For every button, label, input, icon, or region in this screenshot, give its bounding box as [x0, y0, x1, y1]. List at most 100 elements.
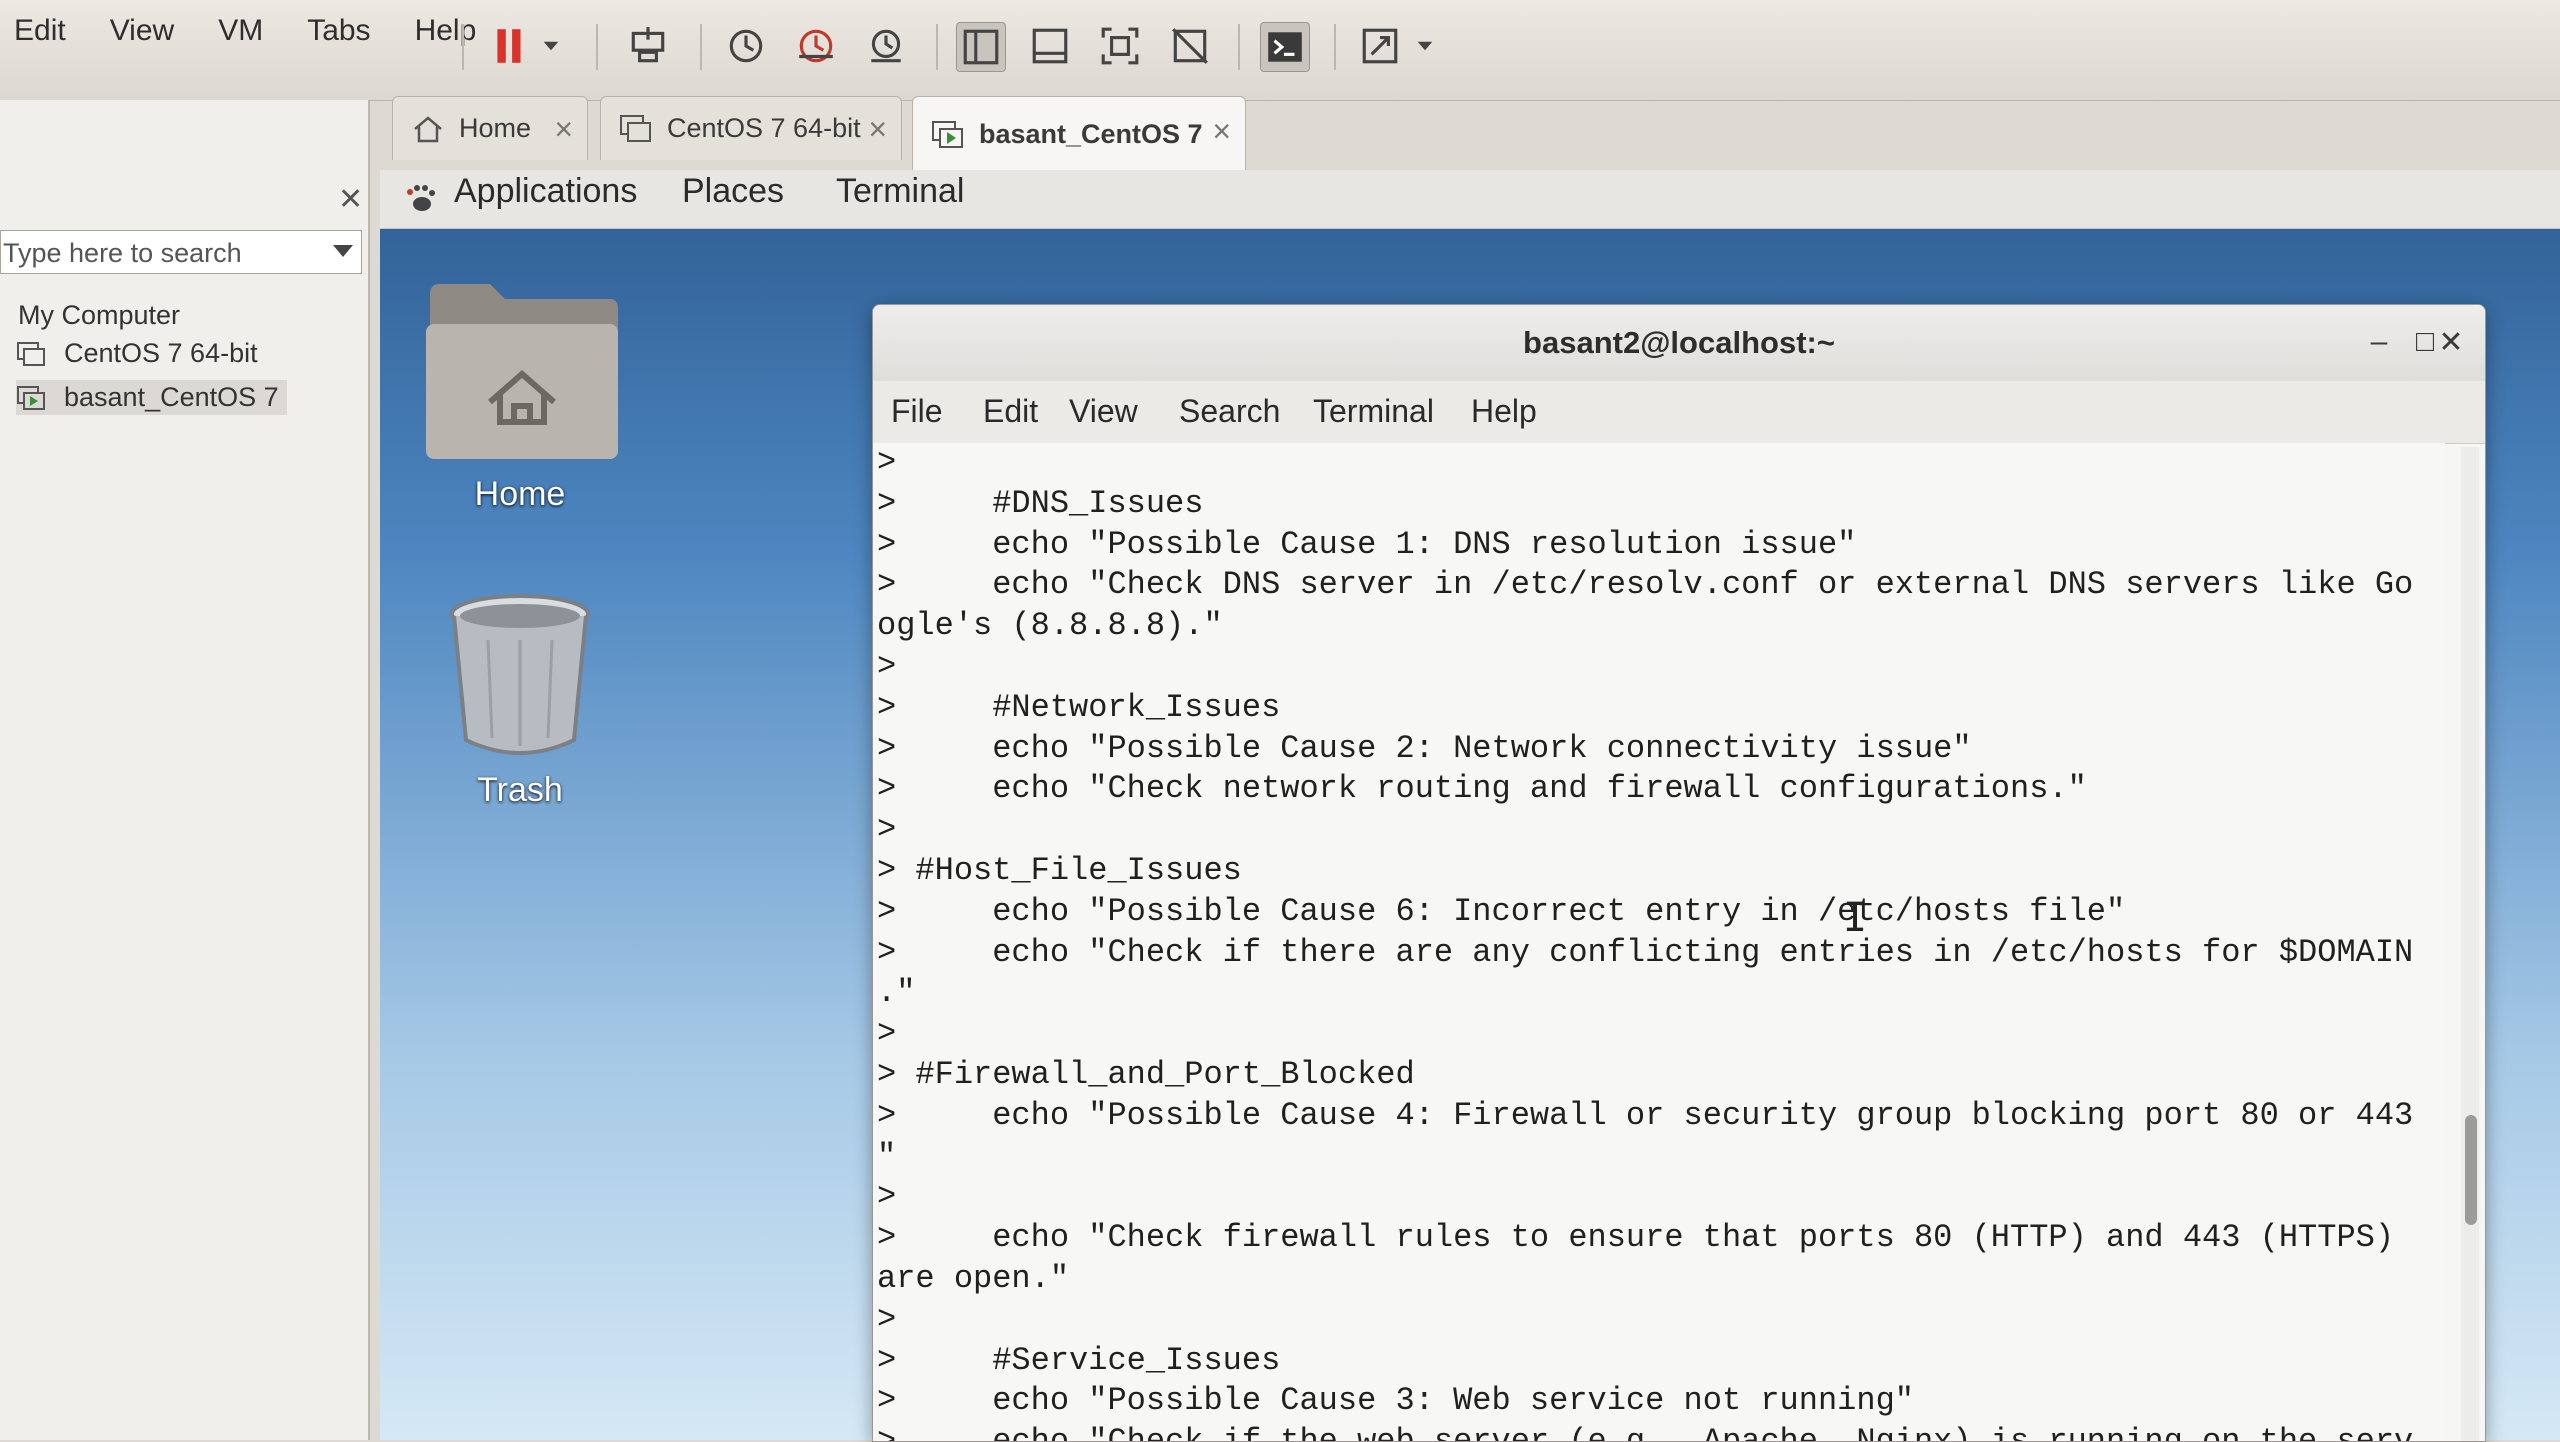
terminal-line: > #Network_Issues — [877, 688, 1281, 726]
term-menu-search[interactable]: Search — [1179, 393, 1280, 430]
vm-tabstrip: Home × CentOS 7 64-bit × basant_CentOS 7… — [380, 96, 2560, 172]
places-menu[interactable]: Places — [682, 172, 784, 211]
tab-label: Home — [459, 113, 532, 143]
library-panel: ✕ My Computer CentOS 7 64-bit basant_Cen… — [0, 100, 370, 1440]
manage-snapshots-icon[interactable] — [862, 22, 910, 70]
vm-icon — [620, 114, 651, 142]
applications-menu[interactable]: Applications — [454, 172, 637, 211]
terminal-line: > echo "Check network routing and firewa… — [877, 770, 2087, 808]
menu-edit[interactable]: Edit — [14, 14, 66, 48]
terminal-line: > — [877, 444, 897, 481]
terminal-line: > #Host_File_Issues — [877, 851, 1242, 889]
term-menu-terminal[interactable]: Terminal — [1313, 393, 1434, 430]
close-icon[interactable]: ✕ — [338, 182, 363, 217]
terminal-line: > — [877, 811, 897, 849]
terminal-line: ogle's (8.8.8.8)." — [877, 607, 1223, 645]
terminal-line: " — [877, 1137, 897, 1175]
library-search[interactable] — [0, 230, 362, 275]
terminal-line: > echo "Check if there are any conflicti… — [877, 933, 2414, 971]
snapshot-icon[interactable] — [722, 22, 770, 70]
terminal-line: > — [877, 1300, 897, 1338]
terminal-line: > — [877, 1015, 897, 1053]
dropdown-icon[interactable] — [1410, 22, 1440, 70]
terminal-line: > #Service_Issues — [877, 1341, 1281, 1379]
library-item-centos7[interactable]: CentOS 7 64-bit — [16, 338, 258, 369]
scrollbar-thumb[interactable] — [2465, 1115, 2477, 1225]
send-ctrl-alt-del-icon[interactable] — [624, 22, 672, 70]
desktop-icon-trash[interactable]: Trash — [440, 590, 600, 810]
host-menubar: Edit View VM Tabs Help — [0, 14, 506, 48]
terminal-line: > echo "Possible Cause 3: Web service no… — [877, 1382, 1914, 1420]
terminal-line: > #DNS_Issues — [877, 484, 1204, 522]
gnome-topbar: Applications Places Terminal — [380, 170, 2560, 229]
tree-root-my-computer[interactable]: My Computer — [18, 300, 180, 331]
text-cursor-icon: I — [1843, 895, 1868, 941]
library-view-icon[interactable] — [956, 22, 1006, 72]
revert-snapshot-icon[interactable] — [792, 22, 840, 70]
unity-icon[interactable] — [1166, 22, 1214, 70]
terminal-line: > #Firewall_and_Port_Blocked — [877, 1055, 1415, 1093]
tab-label: basant_CentOS 7 — [979, 119, 1203, 149]
minimize-button[interactable]: – — [2361, 325, 2397, 359]
library-item-label: basant_CentOS 7 — [64, 382, 279, 412]
terminal-line: > — [877, 647, 897, 685]
term-menu-help[interactable]: Help — [1471, 393, 1537, 430]
close-icon[interactable]: × — [1212, 113, 1231, 150]
menu-vm[interactable]: VM — [218, 14, 263, 48]
vm-running-icon — [17, 385, 45, 410]
home-icon — [414, 115, 442, 142]
pause-icon[interactable] — [486, 22, 534, 70]
terminal-window: basant2@localhost:~ – □ ✕ File Edit View… — [872, 304, 2486, 1442]
gnome-foot-icon — [407, 185, 435, 211]
tab-home[interactable]: Home × — [392, 96, 588, 160]
stretch-guest-icon[interactable] — [1356, 22, 1404, 70]
terminal-scrollbar[interactable] — [2461, 447, 2479, 1441]
close-icon[interactable]: × — [554, 111, 573, 148]
terminal-menu[interactable]: Terminal — [836, 172, 964, 211]
terminal-menubar: File Edit View Search Terminal Help — [873, 381, 2485, 444]
terminal-line: > echo "Possible Cause 6: Incorrect entr… — [877, 892, 2126, 930]
close-icon[interactable]: × — [868, 111, 887, 148]
toolbar-separator — [1238, 24, 1240, 70]
terminal-line: > echo "Possible Cause 2: Network connec… — [877, 729, 1972, 767]
toolbar-separator — [462, 24, 464, 70]
menu-tabs[interactable]: Tabs — [307, 14, 370, 48]
term-menu-edit[interactable]: Edit — [983, 393, 1038, 430]
terminal-output[interactable]: > > #DNS_Issues > echo "Possible Cause 1… — [873, 443, 2445, 1442]
tab-basant-centos7[interactable]: basant_CentOS 7 × — [912, 96, 1246, 172]
desktop-icon-label: Home — [474, 475, 566, 513]
vm-running-icon — [932, 120, 963, 148]
terminal-line: > echo "Possible Cause 4: Firewall or se… — [877, 1096, 2414, 1134]
chevron-down-icon[interactable] — [333, 245, 353, 257]
guest-desktop: Applications Places Terminal Home Trash … — [380, 170, 2560, 1442]
vm-icon — [17, 341, 45, 366]
console-view-icon[interactable] — [1260, 22, 1310, 72]
desktop-icon-home[interactable]: Home — [420, 274, 620, 514]
menu-help[interactable]: Help — [415, 14, 477, 48]
tab-label: CentOS 7 64-bit — [667, 113, 861, 143]
full-screen-icon[interactable] — [1096, 22, 1144, 70]
menu-view[interactable]: View — [110, 14, 174, 48]
terminal-line: > — [877, 1178, 897, 1216]
terminal-line: > echo "Possible Cause 1: DNS resolution… — [877, 525, 1857, 563]
library-item-basant-centos7[interactable]: basant_CentOS 7 — [16, 380, 287, 415]
thumbnail-bar-icon[interactable] — [1026, 22, 1074, 70]
dropdown-icon[interactable] — [536, 22, 566, 70]
terminal-line: > echo "Check DNS server in /etc/resolv.… — [877, 566, 2414, 604]
term-menu-view[interactable]: View — [1069, 393, 1138, 430]
terminal-line: ." — [877, 974, 916, 1012]
term-menu-file[interactable]: File — [891, 393, 943, 430]
toolbar-separator — [596, 24, 598, 70]
desktop-icon-label: Trash — [477, 771, 563, 809]
vmware-toolbar: Edit View VM Tabs Help — [0, 0, 2560, 101]
terminal-titlebar[interactable]: basant2@localhost:~ – □ ✕ — [873, 305, 2485, 382]
tab-centos7[interactable]: CentOS 7 64-bit × — [600, 96, 902, 160]
home-folder-icon — [426, 284, 618, 459]
terminal-line: are open." — [877, 1259, 1070, 1297]
close-button[interactable]: ✕ — [2433, 325, 2469, 360]
terminal-line: > echo "Check if the web server (e.g., A… — [877, 1423, 2414, 1442]
terminal-line: > echo "Check firewall rules to ensure t… — [877, 1219, 2395, 1257]
search-input[interactable] — [1, 231, 315, 275]
toolbar-separator — [936, 24, 938, 70]
toolbar-separator — [1334, 24, 1336, 70]
